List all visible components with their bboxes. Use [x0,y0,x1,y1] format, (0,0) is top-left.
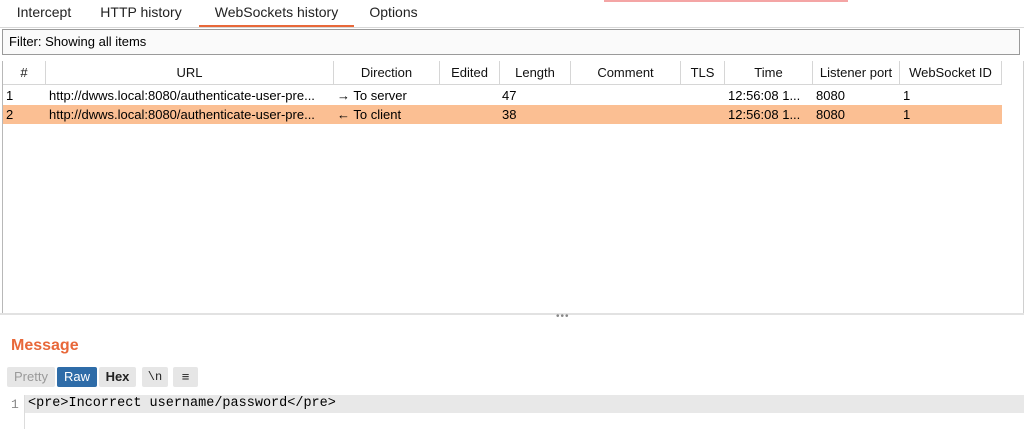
tab-accent-bar [604,0,848,2]
cell-websocket-id: 1 [903,88,911,103]
column-header-listener-port[interactable]: Listener port [813,61,900,85]
line-number: 1 [11,397,19,412]
cell-url: http://dwws.local:8080/authenticate-user… [49,107,315,122]
cell-length: 47 [502,88,517,103]
cell-tls [684,105,722,124]
message-panel-title: Message [11,337,79,354]
cell-time: 12:56:08 1... [728,88,801,103]
cell-edited [443,105,497,124]
websockets-history-table: # URL Direction Edited Length Comment TL… [2,61,1024,313]
message-editor[interactable]: 1 <pre>Incorrect username/password</pre> [0,395,1024,429]
cell-listener-port: 8080 [816,107,845,122]
menu-icon[interactable]: ≡ [173,367,198,387]
column-header-length[interactable]: Length [500,61,571,85]
pretty-button[interactable]: Pretty [7,367,55,387]
filter-bar[interactable]: Filter: Showing all items [2,29,1020,55]
cell-tls [684,86,722,105]
cell-length: 38 [502,107,517,122]
column-header-comment[interactable]: Comment [571,61,681,85]
show-newlines-button[interactable]: \n [142,367,168,387]
cell-time: 12:56:08 1... [728,107,801,122]
cell-comment [574,105,678,124]
cell-number: 2 [6,107,14,122]
tab-options[interactable]: Options [365,0,422,25]
cell-edited [443,86,497,105]
hex-button[interactable]: Hex [99,367,136,387]
cell-websocket-id: 1 [903,107,911,122]
cell-listener-port: 8080 [816,88,845,103]
column-header-websocket-id[interactable]: WebSocket ID [900,61,1002,85]
raw-button[interactable]: Raw [57,367,97,387]
column-header-edited[interactable]: Edited [440,61,500,85]
code-line[interactable]: <pre>Incorrect username/password</pre> [25,395,1024,413]
column-header-url[interactable]: URL [46,61,334,85]
tab-websockets-history[interactable]: WebSockets history [199,0,354,27]
cell-direction: ← To client [337,107,402,122]
line-number-gutter: 1 [0,395,25,429]
column-header-time[interactable]: Time [725,61,813,85]
cell-url: http://dwws.local:8080/authenticate-user… [49,88,315,103]
tab-intercept[interactable]: Intercept [14,0,74,25]
message-content: <pre>Incorrect username/password</pre> [28,396,336,411]
column-header-direction[interactable]: Direction [334,61,440,85]
splitter-grip-icon[interactable]: ••• [556,312,570,322]
table-row-selected[interactable]: 2 http://dwws.local:8080/authenticate-us… [3,105,1002,124]
cell-direction: → To server [337,88,407,103]
tab-http-history[interactable]: HTTP history [98,0,184,25]
cell-number: 1 [6,88,14,103]
column-header-tls[interactable]: TLS [681,61,725,85]
tab-bar: Intercept HTTP history WebSockets histor… [0,0,1024,28]
cell-comment [574,86,678,105]
panel-splitter[interactable] [0,313,1024,315]
column-header-number[interactable]: # [3,61,46,85]
table-row[interactable]: 1 http://dwws.local:8080/authenticate-us… [3,86,1002,105]
